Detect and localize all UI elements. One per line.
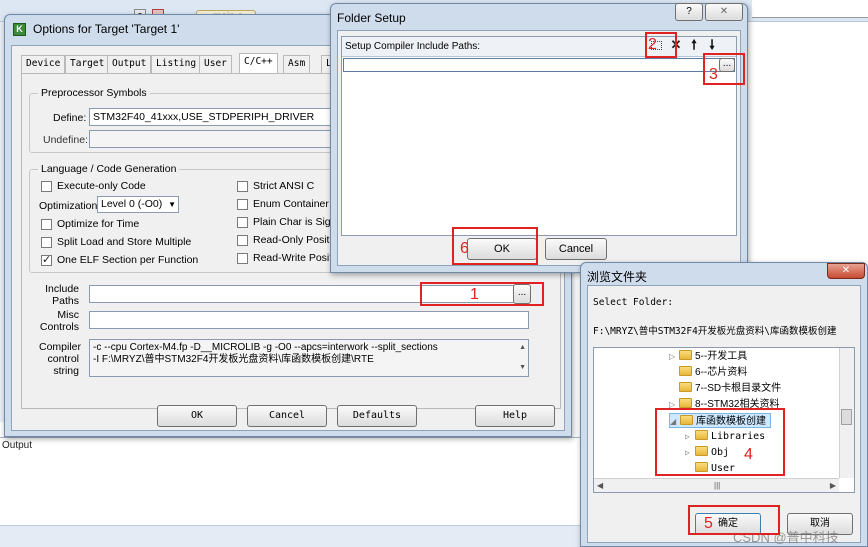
one-elf-checkbox[interactable] <box>41 253 52 266</box>
compiler-control-label: Compiler control string <box>39 341 82 377</box>
selected-path: F:\MRYZ\普中STM32F4开发板光盘资料\库函数模板创建 <box>593 326 837 337</box>
chevron-down-icon: ▼ <box>168 200 176 209</box>
optimization-select[interactable]: Level 0 (-O0) ▼ <box>97 196 179 213</box>
annotation-box-folder-tree <box>655 408 785 476</box>
one-elf-label: One ELF Section per Function <box>57 254 199 266</box>
list-header-label: Setup Compiler Include Paths: <box>345 41 481 52</box>
browse-close-button[interactable]: ✕ <box>827 263 865 279</box>
execute-only-label: Execute-only Code <box>57 180 146 192</box>
compiler-string-line-1: -c --cpu Cortex-M4.fp -D__MICROLIB -g -O… <box>93 342 438 353</box>
compiler-control-string: -c --cpu Cortex-M4.fp -D__MICROLIB -g -O… <box>89 339 529 377</box>
split-load-label: Split Load and Store Multiple <box>57 236 192 248</box>
readonly-position-checkbox[interactable] <box>237 235 248 246</box>
optimize-time-label: Optimize for Time <box>57 218 140 230</box>
include-paths-label: Include Paths <box>45 283 79 307</box>
ide-output-label: Output <box>2 440 33 451</box>
plain-char-label: Plain Char is Signe <box>253 216 343 228</box>
tree-item[interactable]: 7--SD卡根目录文件 <box>669 381 781 396</box>
annotation-number-1: 1 <box>470 286 479 303</box>
undefine-label: Undefine: <box>43 134 88 146</box>
scroll-grip-icon: ||| <box>714 481 721 490</box>
strict-ansi-label: Strict ANSI C <box>253 180 315 192</box>
scroll-left-icon[interactable]: ◀ <box>597 479 603 493</box>
misc-controls-label: Misc Controls <box>39 309 79 333</box>
optimization-label: Optimization: <box>39 200 101 212</box>
select-folder-label: Select Folder: <box>593 297 674 308</box>
options-cancel-button[interactable]: Cancel <box>247 405 327 427</box>
tab-asm[interactable]: Asm <box>283 55 311 73</box>
tab-device[interactable]: Device <box>21 55 66 73</box>
tab-output[interactable]: Output <box>107 55 152 73</box>
folder-icon <box>679 382 692 392</box>
tab-user[interactable]: User <box>199 55 232 73</box>
path-entry-input[interactable] <box>343 58 735 72</box>
move-down-icon[interactable]: 🠗 <box>703 38 721 54</box>
compiler-string-line-2: -I F:\MRYZ\普中STM32F4开发板光盘资料\库函数模板创建\RTE <box>93 354 374 365</box>
split-load-checkbox[interactable] <box>41 237 52 248</box>
annotation-number-5: 5 <box>704 515 713 532</box>
options-help-button[interactable]: Help <box>475 405 555 427</box>
annotation-box-browse-ok <box>688 505 780 535</box>
annotation-number-6: 6 <box>460 240 469 257</box>
tree-horizontal-scrollbar[interactable]: ◀ ||| ▶ <box>594 478 839 492</box>
tree-item[interactable]: ▷ 5--开发工具 <box>669 349 747 364</box>
plain-char-checkbox[interactable] <box>237 217 248 228</box>
tab-target[interactable]: Target <box>65 55 110 73</box>
ide-editor-area <box>752 0 868 18</box>
preprocessor-caption: Preprocessor Symbols <box>38 87 150 99</box>
tree-item[interactable]: 6--芯片资料 <box>669 365 747 380</box>
scroll-up-icon[interactable]: ▲ <box>519 342 526 354</box>
annotation-number-4: 4 <box>744 446 753 463</box>
folder-cancel-button[interactable]: Cancel <box>545 238 607 260</box>
annotation-number-3: 3 <box>709 66 718 83</box>
language-caption: Language / Code Generation <box>38 163 180 175</box>
misc-controls-input[interactable] <box>89 311 529 329</box>
enum-container-checkbox[interactable] <box>237 199 248 210</box>
tree-scroll-thumb[interactable] <box>841 409 852 425</box>
scroll-down-icon[interactable]: ▼ <box>519 362 526 374</box>
folder-icon <box>679 350 692 360</box>
execute-only-checkbox[interactable] <box>41 181 52 192</box>
options-ok-button[interactable]: OK <box>157 405 237 427</box>
move-up-icon[interactable]: 🠕 <box>685 38 703 54</box>
annotation-box-include-paths <box>420 282 544 306</box>
folder-close-button[interactable]: ✕ <box>705 3 743 21</box>
optimization-value: Level 0 (-O0) <box>101 198 163 210</box>
tab-listing[interactable]: Listing <box>151 55 202 73</box>
folder-icon <box>679 366 692 376</box>
readwrite-position-checkbox[interactable] <box>237 253 248 264</box>
options-defaults-button[interactable]: Defaults <box>337 405 417 427</box>
folder-help-button[interactable]: ? <box>675 3 703 21</box>
strict-ansi-checkbox[interactable] <box>237 181 248 192</box>
annotation-number-2: 2 <box>648 36 657 53</box>
scroll-right-icon[interactable]: ▶ <box>830 479 836 493</box>
tab-cc[interactable]: C/C++ <box>239 53 278 73</box>
optimize-time-checkbox[interactable] <box>41 219 52 230</box>
define-label: Define: <box>53 112 87 124</box>
folder-setup-dialog: Folder Setup ? ✕ Setup Compiler Include … <box>330 3 748 273</box>
folder-icon <box>679 398 692 408</box>
